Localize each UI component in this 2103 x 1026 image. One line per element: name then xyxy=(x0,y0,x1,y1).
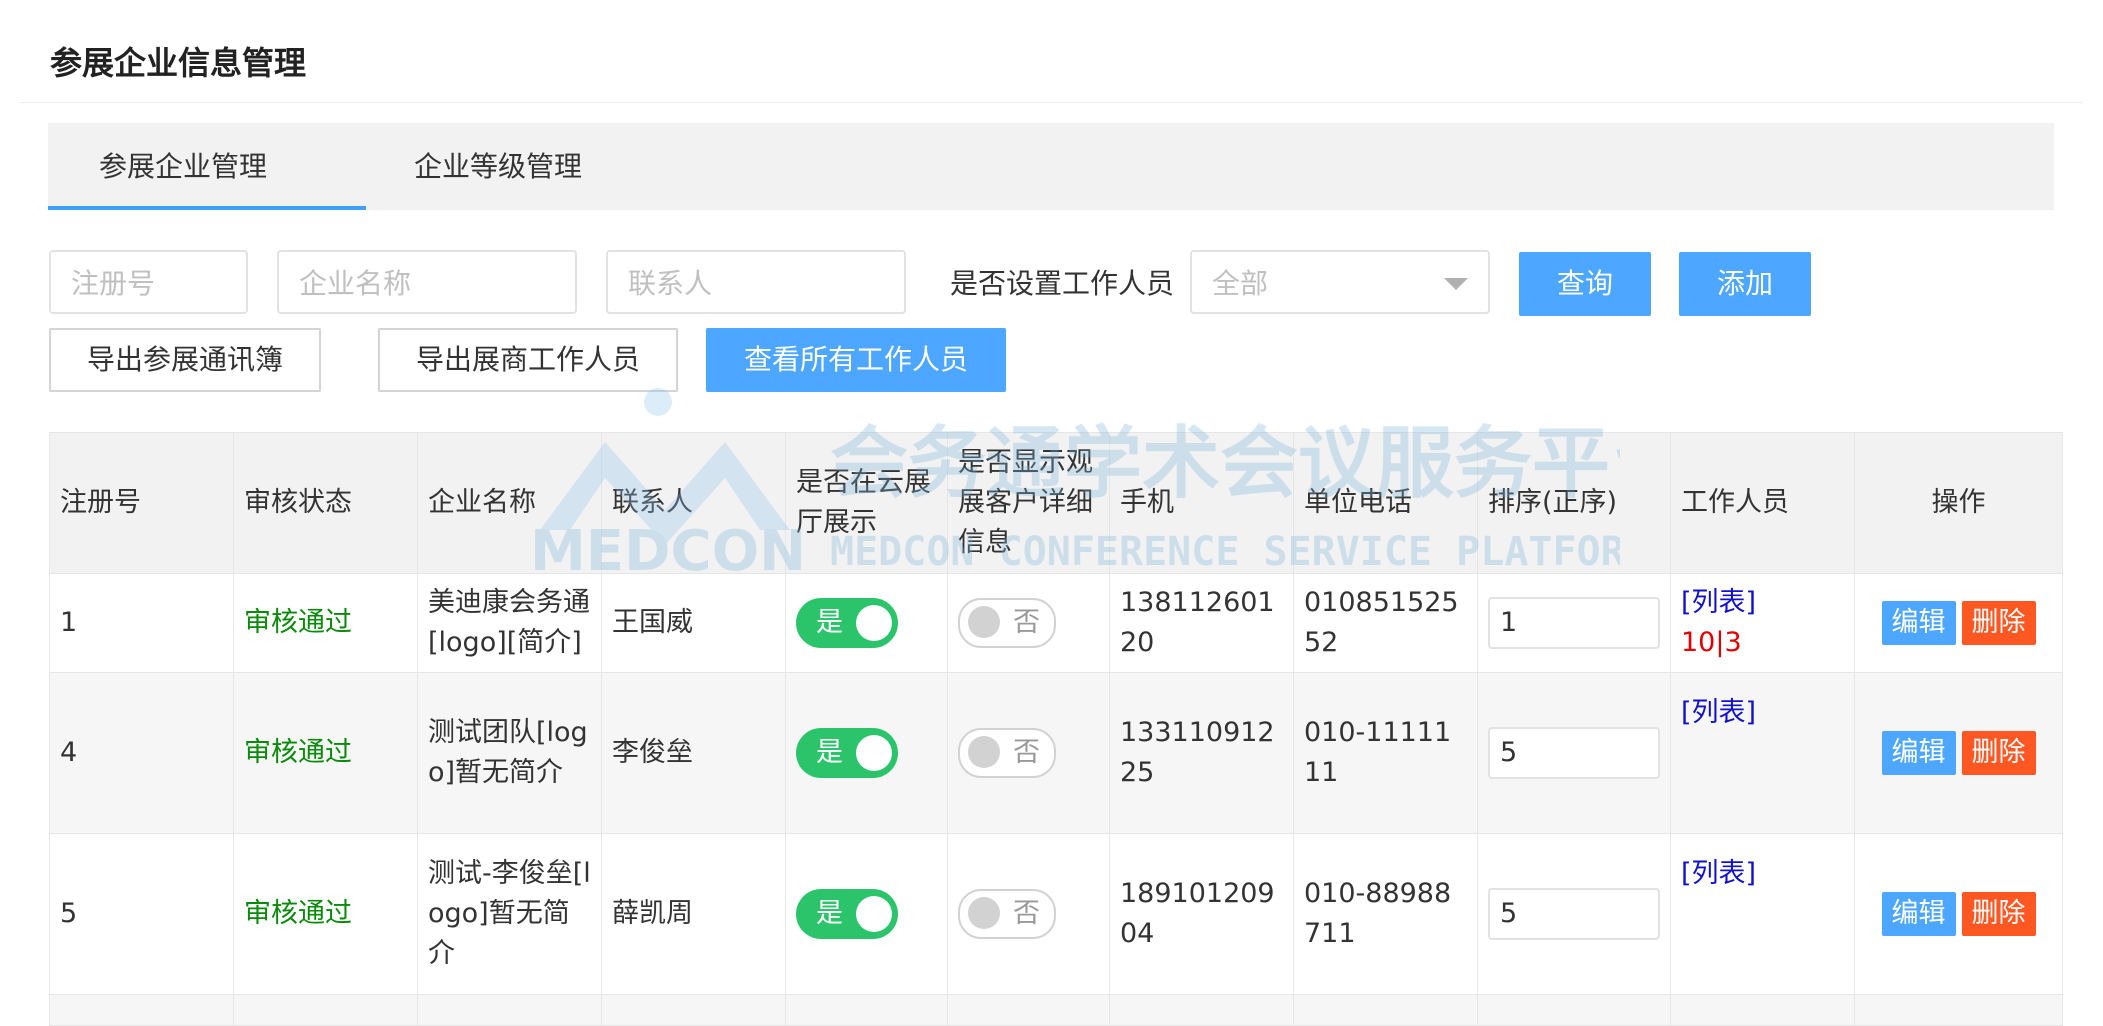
col-header: 手机 xyxy=(1109,432,1294,574)
sort-cell: 1 xyxy=(1477,573,1671,673)
company-cell: 美迪康会务通[logo][简介] xyxy=(417,573,602,673)
table-row: 1 审核通过 美迪康会务通[logo][简介] 王国威 是 否 13811260… xyxy=(49,573,2063,673)
phone-cell: 01085152552 xyxy=(1293,573,1478,673)
edit-button[interactable]: 编辑 xyxy=(1881,731,1956,775)
tab-exhibitor-management[interactable]: 参展企业管理 xyxy=(48,123,366,210)
query-button[interactable]: 查询 xyxy=(1519,252,1651,316)
sort-cell: 5 xyxy=(1477,833,1671,995)
sort-cell: 5 xyxy=(1477,672,1671,834)
export-contacts-button[interactable]: 导出参展通讯簿 xyxy=(49,328,321,392)
staff-list-link[interactable]: [列表] xyxy=(1681,583,1844,623)
contact-cell: 王国威 xyxy=(601,573,786,673)
toggle-label: 否 xyxy=(1013,607,1040,638)
detail-display-toggle[interactable]: 否 xyxy=(958,598,1056,648)
col-header: 联系人 xyxy=(601,432,786,574)
actions-cell: 编辑 删除 xyxy=(1854,672,2063,834)
actions-cell: 编辑 删除 xyxy=(1854,573,2063,673)
toggle-knob xyxy=(856,605,892,641)
contact-cell: 薛凯周 xyxy=(601,833,786,995)
staff-select-value: 全部 xyxy=(1212,267,1269,300)
table-row xyxy=(49,994,2063,1026)
toggle-label: 是 xyxy=(816,898,843,929)
table-row: 4 审核通过 测试团队[logo]暂无简介 李俊垒 是 否 1331109122… xyxy=(49,672,2063,834)
contact-cell: 李俊垒 xyxy=(601,672,786,834)
delete-button[interactable]: 删除 xyxy=(1961,731,2036,775)
contact-input[interactable]: 联系人 xyxy=(606,250,906,314)
toggle-knob xyxy=(968,606,1000,638)
col-header: 工作人员 xyxy=(1670,432,1855,574)
status-badge: 审核通过 xyxy=(233,833,418,995)
title-divider xyxy=(20,102,2083,103)
staff-select[interactable]: 全部 xyxy=(1190,250,1490,314)
mobile-cell: 18910120904 xyxy=(1109,833,1294,995)
company-name-input[interactable]: 企业名称 xyxy=(277,250,577,314)
col-header: 审核状态 xyxy=(233,432,418,574)
staff-cell: [列表] 10|3 xyxy=(1670,573,1855,673)
toggle-label: 否 xyxy=(1013,898,1040,929)
detail-display-cell: 否 xyxy=(947,672,1110,834)
tab-level-management[interactable]: 企业等级管理 xyxy=(378,123,618,210)
staff-count: 10|3 xyxy=(1681,627,1742,658)
cloud-display-cell: 是 xyxy=(785,833,948,995)
reg-no-cell: 1 xyxy=(49,573,234,673)
export-staff-button[interactable]: 导出展商工作人员 xyxy=(378,328,678,392)
cloud-display-cell: 是 xyxy=(785,672,948,834)
table-header-row: 注册号 审核状态 企业名称 联系人 是否在云展厅展示 是否显示观展客户详细信息 … xyxy=(49,432,2063,574)
exhibitor-table: 注册号 审核状态 企业名称 联系人 是否在云展厅展示 是否显示观展客户详细信息 … xyxy=(49,432,2063,1026)
mobile-cell: 13311091225 xyxy=(1109,672,1294,834)
reg-no-cell: 4 xyxy=(49,672,234,834)
page-title: 参展企业信息管理 xyxy=(50,44,307,82)
col-header: 操作 xyxy=(1854,432,2063,574)
cloud-display-toggle[interactable]: 是 xyxy=(796,598,898,648)
tab-bar: 参展企业管理 企业等级管理 xyxy=(48,123,2054,210)
status-badge: 审核通过 xyxy=(233,573,418,673)
toggle-knob xyxy=(968,897,1000,929)
staff-cell: [列表] xyxy=(1670,672,1855,834)
chevron-down-icon xyxy=(1444,278,1468,290)
edit-button[interactable]: 编辑 xyxy=(1881,601,1956,645)
delete-button[interactable]: 删除 xyxy=(1961,892,2036,936)
status-badge: 审核通过 xyxy=(233,672,418,834)
phone-cell: 010-1111111 xyxy=(1293,672,1478,834)
toggle-label: 是 xyxy=(816,737,843,768)
detail-display-toggle[interactable]: 否 xyxy=(958,728,1056,778)
toggle-knob xyxy=(968,736,1000,768)
staff-cell: [列表] xyxy=(1670,833,1855,995)
cloud-display-cell: 是 xyxy=(785,573,948,673)
mobile-cell: 13811260120 xyxy=(1109,573,1294,673)
toggle-knob xyxy=(856,735,892,771)
sort-input[interactable]: 5 xyxy=(1488,888,1660,940)
detail-display-toggle[interactable]: 否 xyxy=(958,889,1056,939)
view-all-staff-button[interactable]: 查看所有工作人员 xyxy=(706,328,1006,392)
table-row: 5 审核通过 测试-李俊垒[logo]暂无简介 薛凯周 是 否 18910120… xyxy=(49,833,2063,995)
staff-filter-label: 是否设置工作人员 xyxy=(950,267,1175,300)
add-button[interactable]: 添加 xyxy=(1679,252,1811,316)
delete-button[interactable]: 删除 xyxy=(1961,601,2036,645)
sort-input[interactable]: 1 xyxy=(1488,597,1660,649)
col-header: 是否显示观展客户详细信息 xyxy=(947,432,1110,574)
col-header: 是否在云展厅展示 xyxy=(785,432,948,574)
staff-list-link[interactable]: [列表] xyxy=(1681,693,1844,733)
phone-cell: 010-88988711 xyxy=(1293,833,1478,995)
toggle-label: 是 xyxy=(816,607,843,638)
company-cell: 测试团队[logo]暂无简介 xyxy=(417,672,602,834)
col-header: 排序(正序) xyxy=(1477,432,1671,574)
reg-no-input[interactable]: 注册号 xyxy=(49,250,248,314)
reg-no-cell: 5 xyxy=(49,833,234,995)
col-header: 单位电话 xyxy=(1293,432,1478,574)
cloud-display-toggle[interactable]: 是 xyxy=(796,728,898,778)
col-header: 企业名称 xyxy=(417,432,602,574)
detail-display-cell: 否 xyxy=(947,573,1110,673)
toggle-label: 否 xyxy=(1013,737,1040,768)
toggle-knob xyxy=(856,896,892,932)
company-cell: 测试-李俊垒[logo]暂无简介 xyxy=(417,833,602,995)
col-header: 注册号 xyxy=(49,432,234,574)
edit-button[interactable]: 编辑 xyxy=(1881,892,1956,936)
watermark-dot xyxy=(644,388,672,416)
cloud-display-toggle[interactable]: 是 xyxy=(796,889,898,939)
staff-list-link[interactable]: [列表] xyxy=(1681,854,1844,894)
actions-cell: 编辑 删除 xyxy=(1854,833,2063,995)
detail-display-cell: 否 xyxy=(947,833,1110,995)
sort-input[interactable]: 5 xyxy=(1488,727,1660,779)
